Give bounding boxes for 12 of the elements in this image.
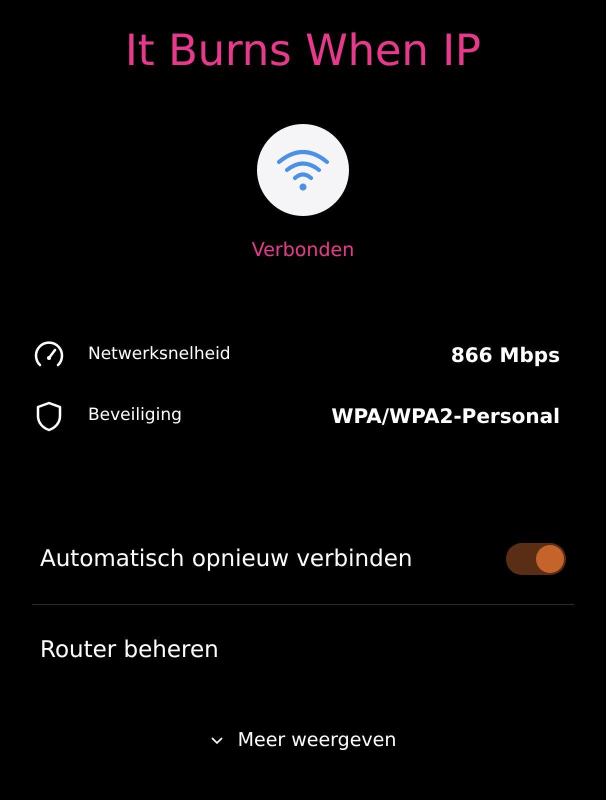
chevron-down-icon	[210, 735, 224, 746]
detail-value: 866 Mbps	[450, 342, 560, 369]
wifi-icon	[276, 148, 330, 192]
connection-status: Verbonden	[250, 238, 356, 263]
detail-label: Beveiliging	[88, 404, 182, 427]
detail-value: WPA/WPA2-Personal	[331, 402, 560, 430]
detail-label: Netwerksnelheid	[88, 342, 231, 366]
menu-item[interactable]: Router beheren	[40, 632, 219, 668]
toggle-switch[interactable]	[506, 543, 566, 576]
network-name: It Burns When IP	[124, 25, 482, 78]
show-more-button[interactable]: Meer weergeven	[0, 725, 606, 756]
setting-label: Automatisch opnieuw verbinden	[40, 544, 412, 574]
